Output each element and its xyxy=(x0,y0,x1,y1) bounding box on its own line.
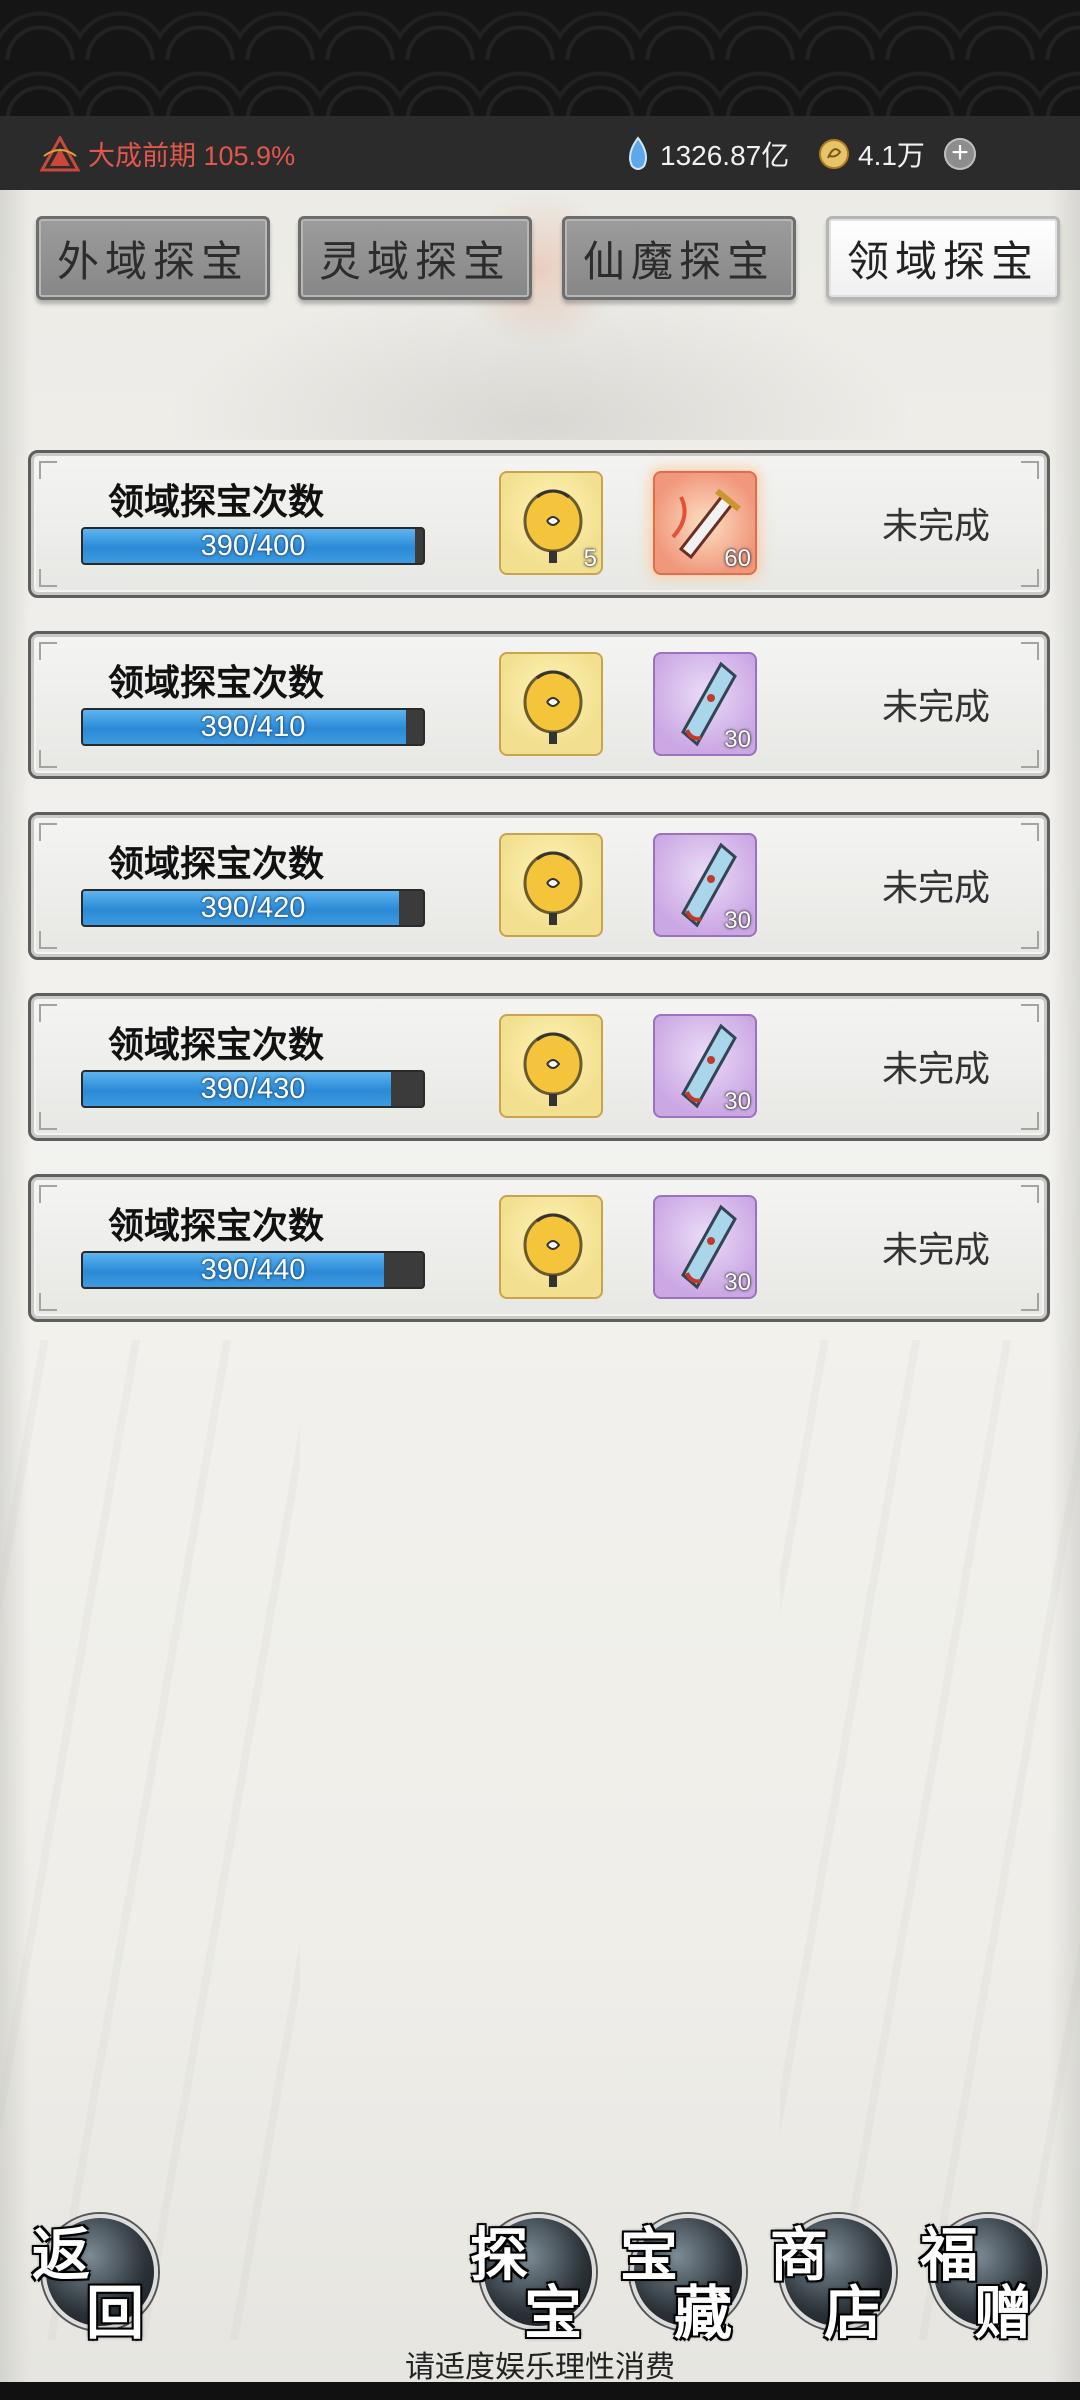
task-row: 领域探宝次数 390/410 30 未完成 xyxy=(28,631,1050,779)
treasure-hunt-char-2: 宝 xyxy=(524,2279,583,2347)
add-currency-button[interactable]: + xyxy=(944,138,976,170)
treasure-vault-char-1: 宝 xyxy=(620,2221,679,2289)
lantern-icon xyxy=(523,1213,583,1287)
reward-sword-item[interactable]: 60 xyxy=(653,471,757,575)
reward-crystal-item[interactable]: 30 xyxy=(653,652,757,756)
paper-edge-right xyxy=(1050,190,1080,2382)
task-progress-bar: 390/440 xyxy=(81,1251,425,1289)
spirit-stone-amount: 1326.87亿 xyxy=(660,140,790,171)
reward-quantity: 30 xyxy=(724,1269,751,1296)
task-row: 领域探宝次数 390/400 5 60 未完成 xyxy=(28,450,1050,598)
disclaimer-text: 请适度娱乐理性消费 xyxy=(405,2351,675,2384)
task-title: 领域探宝次数 xyxy=(107,662,324,703)
reward-crystal-item[interactable]: 30 xyxy=(653,1014,757,1118)
lantern-icon xyxy=(523,1032,583,1106)
reward-lantern-item[interactable] xyxy=(499,1195,603,1299)
tab-domain-hunt[interactable]: 领域探宝 xyxy=(826,216,1060,300)
reward-quantity: 30 xyxy=(724,907,751,934)
task-status: 未完成 xyxy=(881,867,990,908)
task-title: 领域探宝次数 xyxy=(107,1205,324,1246)
spirit-stone-icon xyxy=(629,136,647,170)
task-status: 未完成 xyxy=(881,1229,990,1270)
reward-quantity: 30 xyxy=(724,1088,751,1115)
task-progress-bar: 390/400 xyxy=(81,527,425,565)
task-title: 领域探宝次数 xyxy=(107,843,324,884)
task-row: 领域探宝次数 390/420 30 未完成 xyxy=(28,812,1050,960)
task-progress-bar: 390/420 xyxy=(81,889,425,927)
gold-coin-icon xyxy=(819,139,849,169)
progress-text: 390/420 xyxy=(200,892,306,924)
reward-crystal-item[interactable]: 30 xyxy=(653,1195,757,1299)
gift-char-2: 赠 xyxy=(974,2279,1033,2347)
gift-button[interactable]: 福 赠 xyxy=(920,2214,1046,2347)
task-title: 领域探宝次数 xyxy=(107,1024,324,1065)
task-title: 领域探宝次数 xyxy=(107,481,324,522)
shop-char-2: 店 xyxy=(824,2279,883,2347)
top-wave-banner xyxy=(0,0,1080,116)
gift-char-1: 福 xyxy=(920,2221,979,2289)
reward-quantity: 5 xyxy=(583,545,597,572)
task-status: 未完成 xyxy=(881,1048,990,1089)
reward-lantern-item[interactable]: 5 xyxy=(499,471,603,575)
task-row: 领域探宝次数 390/440 30 未完成 xyxy=(28,1174,1050,1322)
back-char-2: 回 xyxy=(86,2279,145,2347)
gold-amount: 4.1万 xyxy=(858,140,925,171)
spirit-stone-currency: 1326.87亿 xyxy=(624,134,789,174)
shop-char-1: 商 xyxy=(770,2221,829,2289)
reward-quantity: 60 xyxy=(724,545,751,572)
reward-lantern-item[interactable] xyxy=(499,833,603,937)
treasure-vault-char-2: 藏 xyxy=(674,2279,733,2347)
task-progress-bar: 390/410 xyxy=(81,708,425,746)
progress-text: 390/410 xyxy=(200,711,306,743)
background-bamboo-right xyxy=(780,1340,1080,2340)
task-status: 未完成 xyxy=(881,505,990,546)
reward-lantern-item[interactable] xyxy=(499,1014,603,1118)
task-progress-bar: 390/430 xyxy=(81,1070,425,1108)
treasure-hunt-button[interactable]: 探 宝 xyxy=(470,2214,596,2347)
treasure-hunt-char-1: 探 xyxy=(470,2221,529,2289)
tab-immortal-demon[interactable]: 仙魔探宝 xyxy=(562,216,796,300)
back-char-1: 返 xyxy=(32,2221,91,2289)
reward-crystal-item[interactable]: 30 xyxy=(653,833,757,937)
reward-quantity: 30 xyxy=(724,726,751,753)
gold-currency: 4.1万 xyxy=(818,134,925,174)
treasure-vault-button[interactable]: 宝 藏 xyxy=(620,2214,746,2347)
progress-text: 390/400 xyxy=(200,530,306,562)
progress-text: 390/440 xyxy=(200,1254,306,1286)
back-button[interactable]: 返 回 xyxy=(32,2214,158,2347)
paper-edge-left xyxy=(0,190,30,2382)
tab-spirit-domain[interactable]: 灵域探宝 xyxy=(298,216,532,300)
task-status: 未完成 xyxy=(881,686,990,727)
lantern-icon xyxy=(523,670,583,744)
bottom-edge xyxy=(0,2382,1080,2400)
realm-icon xyxy=(40,135,80,171)
shop-button[interactable]: 商 店 xyxy=(770,2214,896,2347)
reward-lantern-item[interactable] xyxy=(499,652,603,756)
realm-label: 大成前期 105.9% xyxy=(88,141,296,171)
resource-bar: 大成前期 105.9% 1326.87亿 4.1万 + xyxy=(0,116,1080,190)
progress-text: 390/430 xyxy=(200,1073,306,1105)
realm-status: 大成前期 105.9% xyxy=(40,134,295,173)
task-row: 领域探宝次数 390/430 30 未完成 xyxy=(28,993,1050,1141)
tab-outer-domain[interactable]: 外域探宝 xyxy=(36,216,270,300)
background-bamboo-left xyxy=(0,1340,300,2340)
lantern-icon xyxy=(523,851,583,925)
